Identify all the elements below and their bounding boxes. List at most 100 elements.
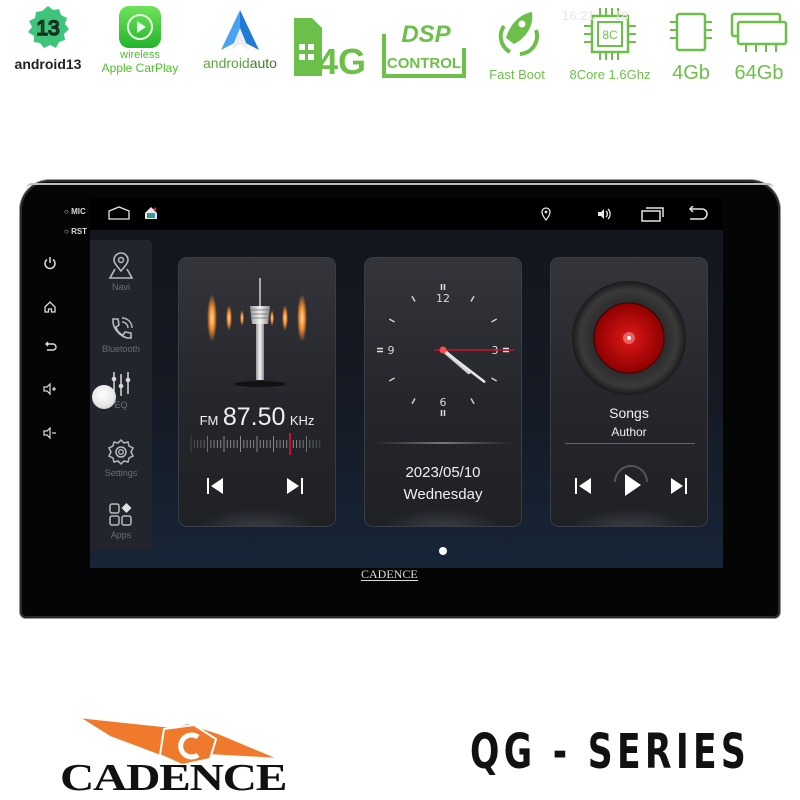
feature-strip: 13 android13 wireless Apple CarPlay andr… [0, 0, 800, 90]
svg-text:DSP: DSP [401, 21, 451, 48]
song-artist: Author [611, 425, 647, 439]
back-arrow-icon [688, 205, 708, 220]
mic-label: ○ MIC [64, 207, 86, 216]
radio-band: FM [199, 413, 219, 428]
radio-tuner-scale[interactable] [187, 432, 327, 456]
radio-frequency-display: FM 87.50 KHz [179, 403, 335, 432]
clock-tick [491, 377, 498, 382]
home-icon [44, 301, 56, 313]
radio-tower-icon [207, 278, 307, 387]
dock-item-apps[interactable]: Apps [90, 502, 152, 540]
status-bar [90, 198, 723, 230]
status-time: 16:21 [562, 8, 595, 23]
gear-icon [107, 438, 135, 466]
volume-up-icon [43, 382, 56, 396]
radio-widget[interactable]: FM 87.50 KHz [179, 258, 335, 526]
android13-badge-icon: 13 [28, 6, 69, 48]
volume-icon [598, 208, 611, 220]
sim-4g-icon: 4G [294, 18, 366, 80]
svg-text:13: 13 [36, 17, 59, 40]
clock-numeral-12: 12 [436, 292, 450, 305]
music-divider [565, 443, 695, 444]
cadence-wordmark: CADENCE [60, 757, 287, 799]
volume-indicator[interactable] [597, 207, 613, 226]
feature-ram: 4Gb [664, 4, 718, 84]
power-icon [44, 257, 56, 270]
dock-label-bluetooth: Bluetooth [101, 344, 141, 354]
feature-fastboot: Fast Boot [478, 4, 556, 82]
launcher-icon [145, 207, 157, 219]
radio-unit: KHz [289, 413, 315, 428]
back-nav-button[interactable] [684, 205, 708, 227]
music-play-button[interactable] [611, 464, 651, 504]
volume-down-button[interactable] [40, 426, 60, 444]
androidauto-label: androidauto [203, 55, 277, 71]
feature-carplay: wireless Apple CarPlay [94, 4, 186, 75]
song-title: Songs [609, 405, 649, 421]
radio-prev-button[interactable] [205, 476, 225, 500]
recent-apps-button[interactable] [641, 206, 665, 227]
clock-widget[interactable]: 12 3 6 9 2023/05/10 Wednesday [365, 258, 521, 526]
svg-text:4G: 4G [318, 41, 366, 80]
skip-previous-icon [575, 478, 591, 494]
carplay-icon [119, 6, 161, 48]
volume-down-icon [43, 426, 56, 440]
clock-tick [411, 295, 416, 302]
clock-divider [375, 442, 511, 444]
feature-androidauto: androidauto [194, 4, 286, 70]
music-prev-button[interactable] [573, 476, 593, 500]
carplay-label: Apple CarPlay [101, 61, 179, 75]
skip-next-icon [287, 478, 303, 494]
dock-item-navi[interactable]: Navi [90, 252, 152, 292]
radio-next-button[interactable] [285, 476, 305, 500]
cadence-logo: CADENCE [60, 715, 310, 800]
home-hw-button[interactable] [40, 300, 60, 318]
rst-label[interactable]: ○ RST [64, 227, 87, 236]
fastboot-label: Fast Boot [489, 67, 545, 82]
assistive-touch-button[interactable] [92, 385, 116, 409]
clock-numeral-9: 9 [388, 344, 395, 357]
power-button[interactable] [40, 256, 60, 274]
volume-up-button[interactable] [40, 382, 60, 400]
recent-apps-icon [641, 207, 664, 222]
clock-minute-hand [441, 348, 486, 383]
clock-tick [388, 318, 395, 323]
home-outline-icon [108, 206, 130, 220]
music-next-button[interactable] [669, 476, 689, 500]
navigation-pin-icon [108, 252, 134, 279]
skip-previous-icon [207, 478, 223, 494]
weekday-label: Wednesday [403, 486, 483, 503]
phone-bluetooth-icon [112, 317, 133, 339]
rocket-icon [498, 12, 540, 56]
feature-storage: 64Gb [724, 4, 794, 84]
dock-item-bluetooth[interactable]: Bluetooth [90, 316, 152, 354]
svg-text:CONTROL: CONTROL [387, 55, 461, 72]
dock-label-navi: Navi [111, 282, 130, 292]
back-icon [45, 341, 57, 351]
dock-item-settings[interactable]: Settings [90, 438, 152, 478]
vinyl-record-icon [572, 281, 686, 395]
home-outline-button[interactable] [108, 206, 130, 225]
apps-grid-icon [109, 503, 132, 526]
music-widget[interactable]: Songs Author [551, 258, 707, 526]
android13-label: android13 [14, 56, 82, 72]
clock-numeral-6: 6 [440, 396, 447, 409]
page-indicator-dot[interactable] [439, 547, 447, 555]
volume-level: 18 [614, 8, 629, 23]
dock-label-settings: Settings [104, 468, 138, 478]
cpu-label: 8Core 1.6Ghz [569, 67, 651, 82]
back-hw-button[interactable] [40, 340, 60, 358]
clock-center-pin [439, 346, 447, 354]
ram-label: 4Gb [672, 62, 710, 84]
bezel-brand-logo: CADENCE [361, 567, 418, 581]
feature-dsp: DSP CONTROL [374, 16, 470, 80]
clock-tick [470, 295, 475, 302]
carplay-wireless-label: wireless [120, 49, 160, 61]
clock-tick [411, 398, 416, 405]
date-label: 2023/05/10 [405, 464, 481, 481]
dsp-control-icon: DSP CONTROL [382, 21, 466, 78]
feature-android13: 13 android13 [8, 4, 88, 71]
launcher-button[interactable] [144, 206, 158, 225]
clock-tick [470, 398, 475, 405]
dock-label-eq: EQ [114, 400, 128, 410]
